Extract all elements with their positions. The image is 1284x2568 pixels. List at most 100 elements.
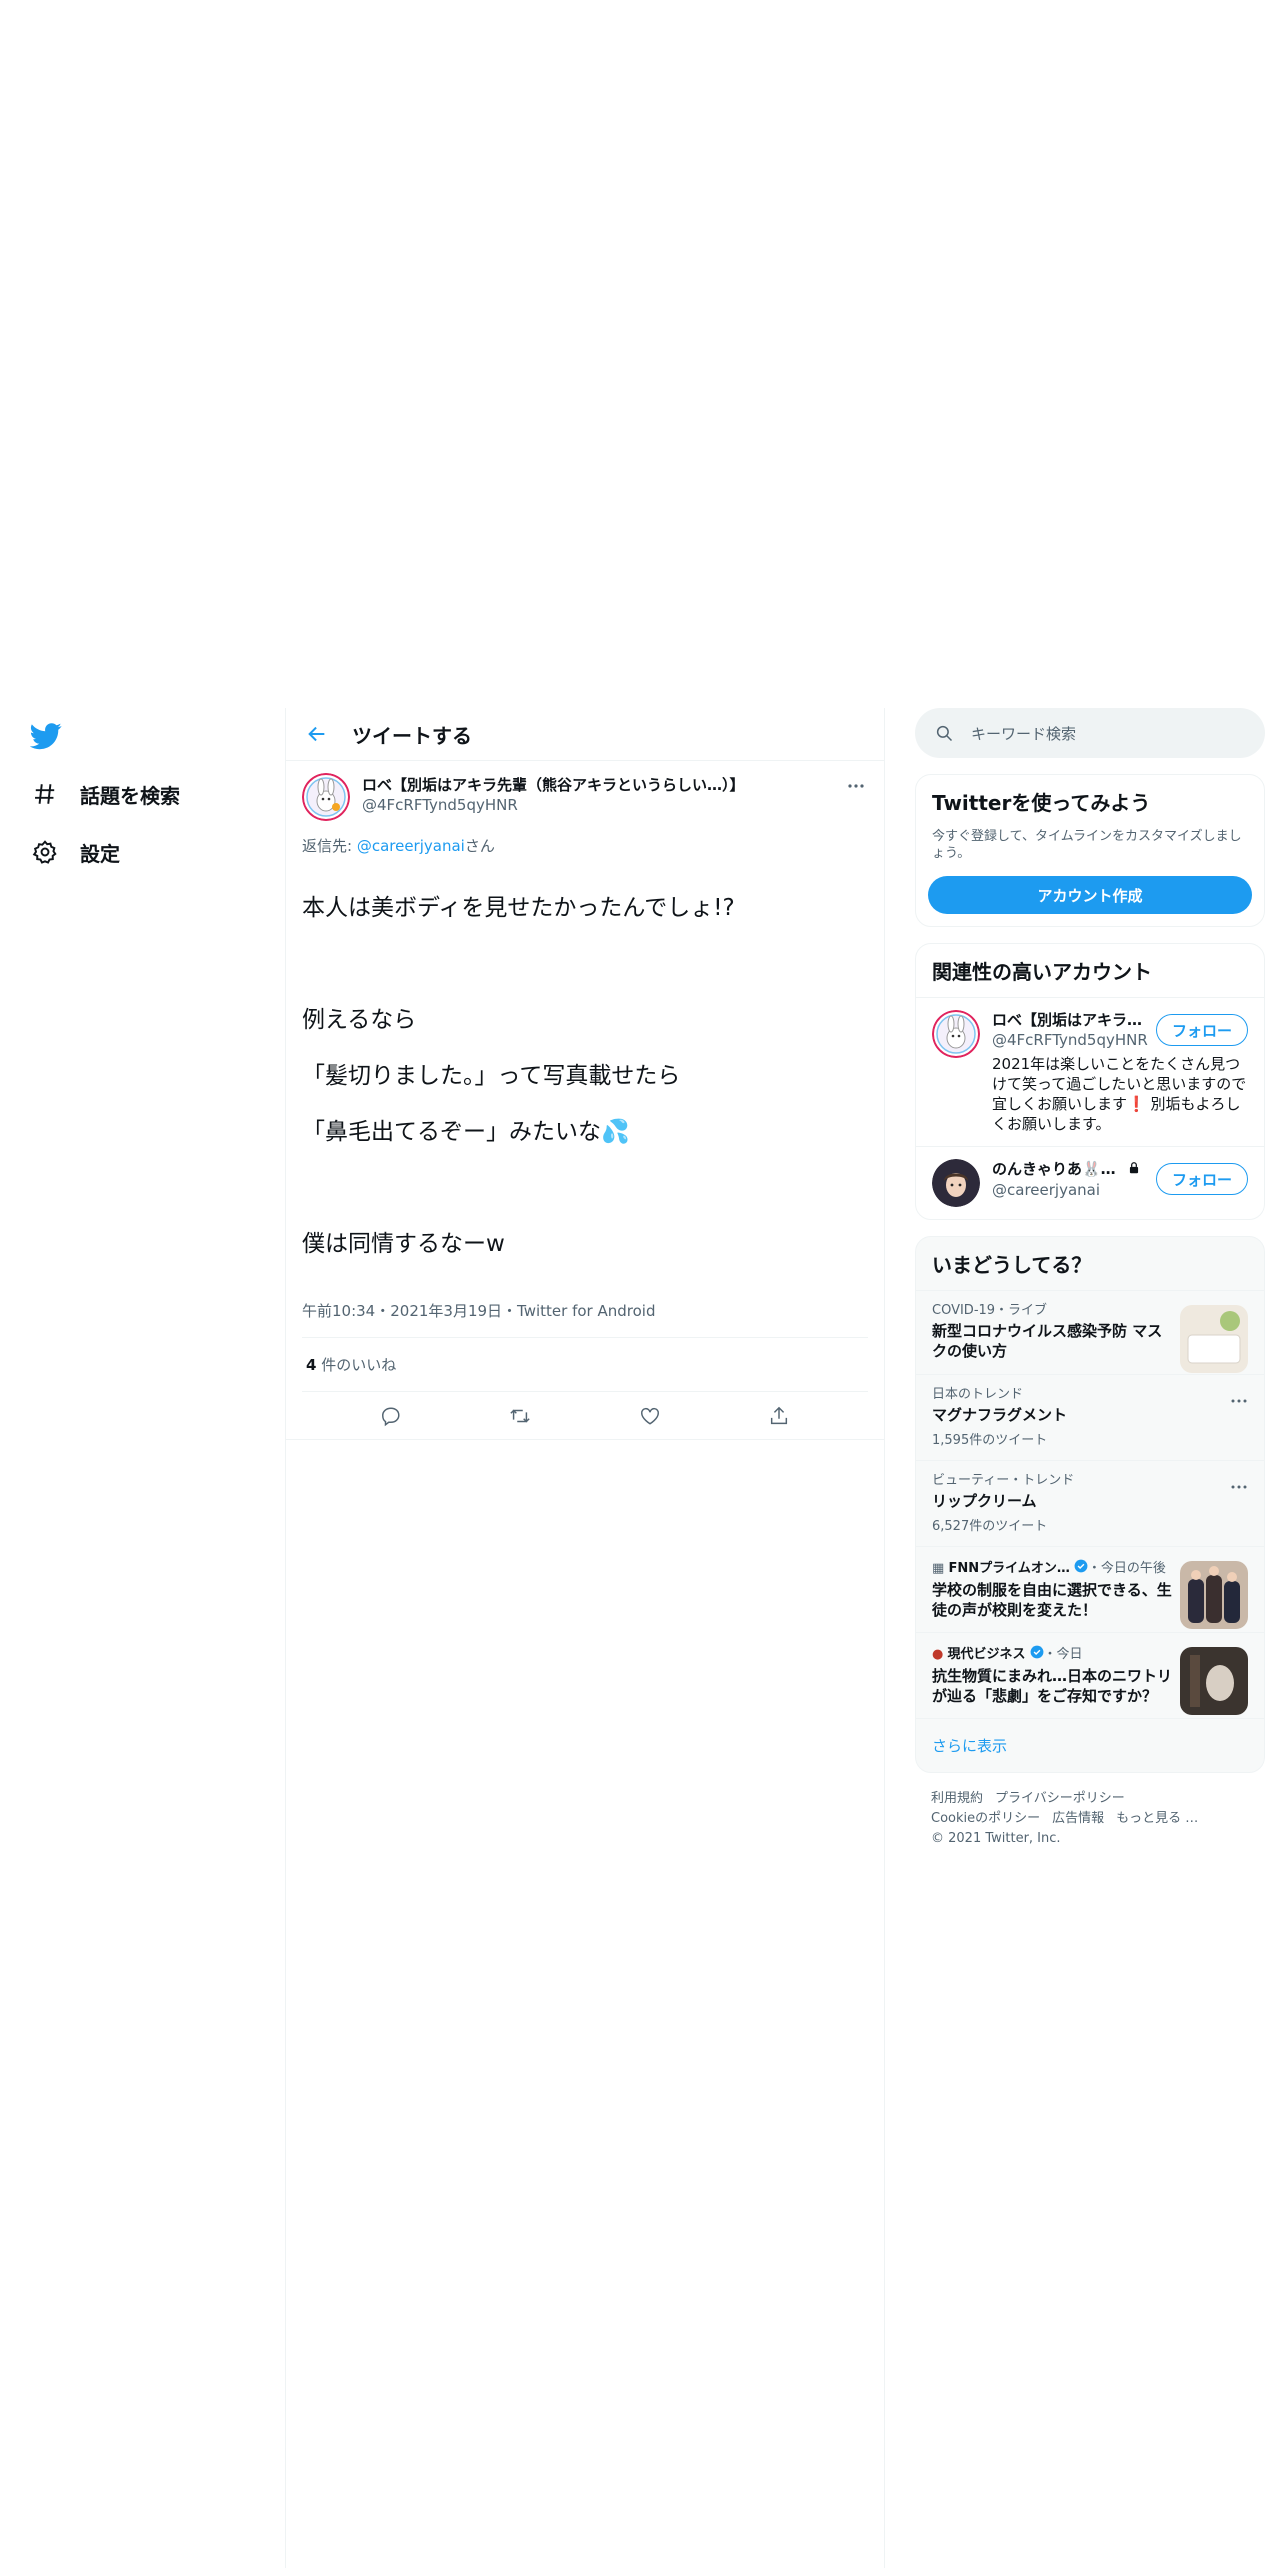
tweet-header: ロベ【別垢はアキラ先輩（熊谷アキラというらしい…）】 @4FcRFTynd5qy…	[302, 773, 868, 821]
nav-explore[interactable]: 話題を検索	[30, 772, 180, 816]
follow-button[interactable]: フォロー	[1156, 1163, 1248, 1195]
trend-item[interactable]: ビューティー・トレンド リップクリーム 6,527件のツイート	[916, 1460, 1264, 1546]
tweet-line: 「鼻毛出てるぞー」みたいな💦	[302, 1119, 630, 1145]
search-input[interactable]: キーワード検索	[915, 708, 1265, 758]
trend-item[interactable]: ● 現代ビジネス ・今日 抗生物質にまみれ…日本のニワトリが辿る「悲劇」をご存知で…	[916, 1632, 1264, 1718]
hashtag-icon	[30, 779, 60, 809]
related-accounts-card: 関連性の高いアカウント ロベ【別垢はアキラ… @4FcRFTynd5qyHNR …	[915, 943, 1265, 1220]
footer-row: Cookieのポリシー 広告情報 もっと見る …	[931, 1809, 1249, 1829]
related-title: 関連性の高いアカウント	[932, 960, 1152, 984]
right-sidebar: キーワード検索 Twitterを使ってみよう 今すぐ登録して、タイムラインをカス…	[915, 708, 1265, 1849]
footer-link[interactable]: 利用規約	[931, 1791, 983, 1806]
news-source-icon: ▦	[932, 1561, 945, 1576]
reply-prefix: 返信先:	[302, 837, 357, 855]
news-time: ・今日の午後	[1087, 1561, 1166, 1576]
trend-count: 6,527件のツイート	[932, 1519, 1048, 1534]
like-icon[interactable]	[632, 1398, 668, 1434]
avatar	[932, 1010, 980, 1058]
trend-title: 新型コロナウイルス感染予防 マスクの使い方	[932, 1322, 1163, 1360]
reply-suffix: さん	[464, 837, 495, 855]
likes-count: 4	[306, 1356, 317, 1374]
tweet-line: 僕は同情するなーw	[302, 1231, 505, 1257]
trend-meta: 日本のトレンド	[932, 1387, 1024, 1402]
news-source-icon: ●	[932, 1647, 944, 1662]
account-name: ロベ【別垢はアキラ…	[992, 1011, 1142, 1029]
nav-settings-label: 設定	[80, 841, 120, 866]
trend-thumbnail	[1180, 1305, 1248, 1373]
trend-title: 抗生物質にまみれ…日本のニワトリが辿る「悲劇」をご存知ですか？	[932, 1667, 1173, 1705]
news-source: 現代ビジネス	[947, 1647, 1026, 1662]
main-column: ツイートする ロベ【別垢はアキラ先輩（熊谷アキラというらしい…）】 @4FcRF…	[285, 708, 885, 2568]
footer-row: 利用規約 プライバシーポリシー	[931, 1789, 1249, 1809]
author-name: ロベ【別垢はアキラ先輩（熊谷アキラというらしい…）】	[362, 776, 745, 794]
account-item[interactable]: のんきゃりあ🐰… @careerjyanai フォロー	[916, 1146, 1264, 1219]
signup-desc: 今すぐ登録して、タイムラインをカスタマイズしましょう。	[932, 829, 1242, 861]
trend-meta: ビューティー・トレンド	[932, 1473, 1075, 1488]
trend-title: リップクリーム	[932, 1492, 1037, 1510]
nav-settings[interactable]: 設定	[30, 830, 120, 874]
avatar	[932, 1159, 980, 1207]
more-icon[interactable]	[844, 777, 868, 795]
nav-explore-label: 話題を検索	[80, 783, 180, 808]
gear-icon	[30, 837, 60, 867]
author-handle: @4FcRFTynd5qyHNR	[362, 796, 518, 814]
trend-title: マグナフラグメント	[932, 1406, 1068, 1424]
footer: 利用規約 プライバシーポリシー Cookieのポリシー 広告情報 もっと見る … © …	[915, 1789, 1265, 1849]
trend-thumbnail	[1180, 1647, 1248, 1715]
tweet-timestamp[interactable]: 午前10:34・2021年3月19日・Twitter for Android	[302, 1300, 868, 1338]
tweet: ロベ【別垢はアキラ先輩（熊谷アキラというらしい…）】 @4FcRFTynd5qy…	[286, 761, 884, 1440]
verified-icon	[1074, 1559, 1088, 1578]
reply-to-link[interactable]: @careerjyanai	[357, 837, 465, 855]
show-more-link[interactable]: さらに表示	[916, 1718, 1264, 1772]
search-placeholder: キーワード検索	[971, 724, 1077, 743]
search-icon	[936, 725, 953, 742]
tweet-line	[302, 950, 868, 978]
lock-icon	[1127, 1160, 1141, 1180]
footer-link[interactable]: 広告情報	[1052, 1811, 1104, 1826]
likes-link[interactable]: 4 件のいいね	[302, 1338, 868, 1392]
trend-item[interactable]: ▦ FNNプライムオン… ・今日の午後 学校の制服を自由に選択できる、生徒の声が校…	[916, 1546, 1264, 1632]
account-item[interactable]: ロベ【別垢はアキラ… @4FcRFTynd5qyHNR 2021年は楽しいことを…	[916, 997, 1264, 1146]
tweet-line	[302, 1174, 868, 1202]
news-source: FNNプライムオン…	[948, 1561, 1070, 1576]
create-account-button[interactable]: アカウント作成	[928, 876, 1252, 914]
trends-title: いまどうしてる？	[932, 1253, 1092, 1277]
footer-link[interactable]: もっと見る …	[1116, 1811, 1198, 1826]
twitter-bird-icon[interactable]	[29, 720, 62, 752]
signup-card: Twitterを使ってみよう 今すぐ登録して、タイムラインをカスタマイズしましょ…	[915, 774, 1265, 927]
tweet-line: 「髪切りました。」って写真載せたら	[302, 1063, 681, 1089]
back-button[interactable]	[286, 723, 342, 745]
news-time: ・今日	[1043, 1647, 1083, 1662]
trend-title: 学校の制服を自由に選択できる、生徒の声が校則を変えた！	[932, 1581, 1172, 1619]
avatar[interactable]	[302, 773, 350, 821]
tweet-text: 本人は美ボディを見せたかったんでしょ!? 例えるなら 「髪切りました。」って写真…	[302, 866, 868, 1286]
tweet-line: 例えるなら	[302, 1007, 417, 1033]
more-icon[interactable]	[1230, 1391, 1248, 1403]
tweet-author[interactable]: ロベ【別垢はアキラ先輩（熊谷アキラというらしい…）】 @4FcRFTynd5qy…	[362, 775, 745, 815]
trend-count: 1,595件のツイート	[932, 1433, 1048, 1448]
share-icon[interactable]	[761, 1398, 797, 1434]
trend-thumbnail	[1180, 1561, 1248, 1629]
reply-icon[interactable]	[373, 1398, 409, 1434]
footer-link[interactable]: Cookieのポリシー	[931, 1811, 1040, 1826]
arrow-left-icon	[308, 726, 325, 742]
footer-link[interactable]: プライバシーポリシー	[995, 1791, 1125, 1806]
copyright: © 2021 Twitter, Inc.	[931, 1831, 1061, 1846]
follow-button[interactable]: フォロー	[1156, 1014, 1248, 1046]
trend-item[interactable]: 日本のトレンド マグナフラグメント 1,595件のツイート	[916, 1374, 1264, 1460]
trend-item[interactable]: COVID-19・ライブ 新型コロナウイルス感染予防 マスクの使い方	[916, 1290, 1264, 1374]
trends-card: いまどうしてる？ COVID-19・ライブ 新型コロナウイルス感染予防 マスクの…	[915, 1236, 1265, 1773]
account-name-text: のんきゃりあ🐰…	[992, 1160, 1116, 1178]
likes-label: 件のいいね	[316, 1356, 397, 1374]
account-bio: 2021年は楽しいことをたくさん見つけて笑って過ごしたいと思いますので宜しくお願…	[992, 1055, 1247, 1133]
tweet-line: 本人は美ボディを見せたかったんでしょ!?	[302, 895, 735, 921]
tweet-actions	[286, 1392, 884, 1440]
verified-icon	[1030, 1645, 1044, 1664]
page: 話題を検索 設定 ツイートする ロベ【別垢はアキラ先輩（熊谷アキラというらしい……	[0, 0, 1284, 2568]
retweet-icon[interactable]	[502, 1398, 538, 1434]
reply-to: 返信先: @careerjyanaiさん	[302, 835, 868, 856]
signup-title: Twitterを使ってみよう	[932, 791, 1151, 815]
more-icon[interactable]	[1230, 1477, 1248, 1489]
page-title: ツイートする	[352, 723, 472, 748]
account-name: のんきゃりあ🐰…	[992, 1159, 1142, 1180]
